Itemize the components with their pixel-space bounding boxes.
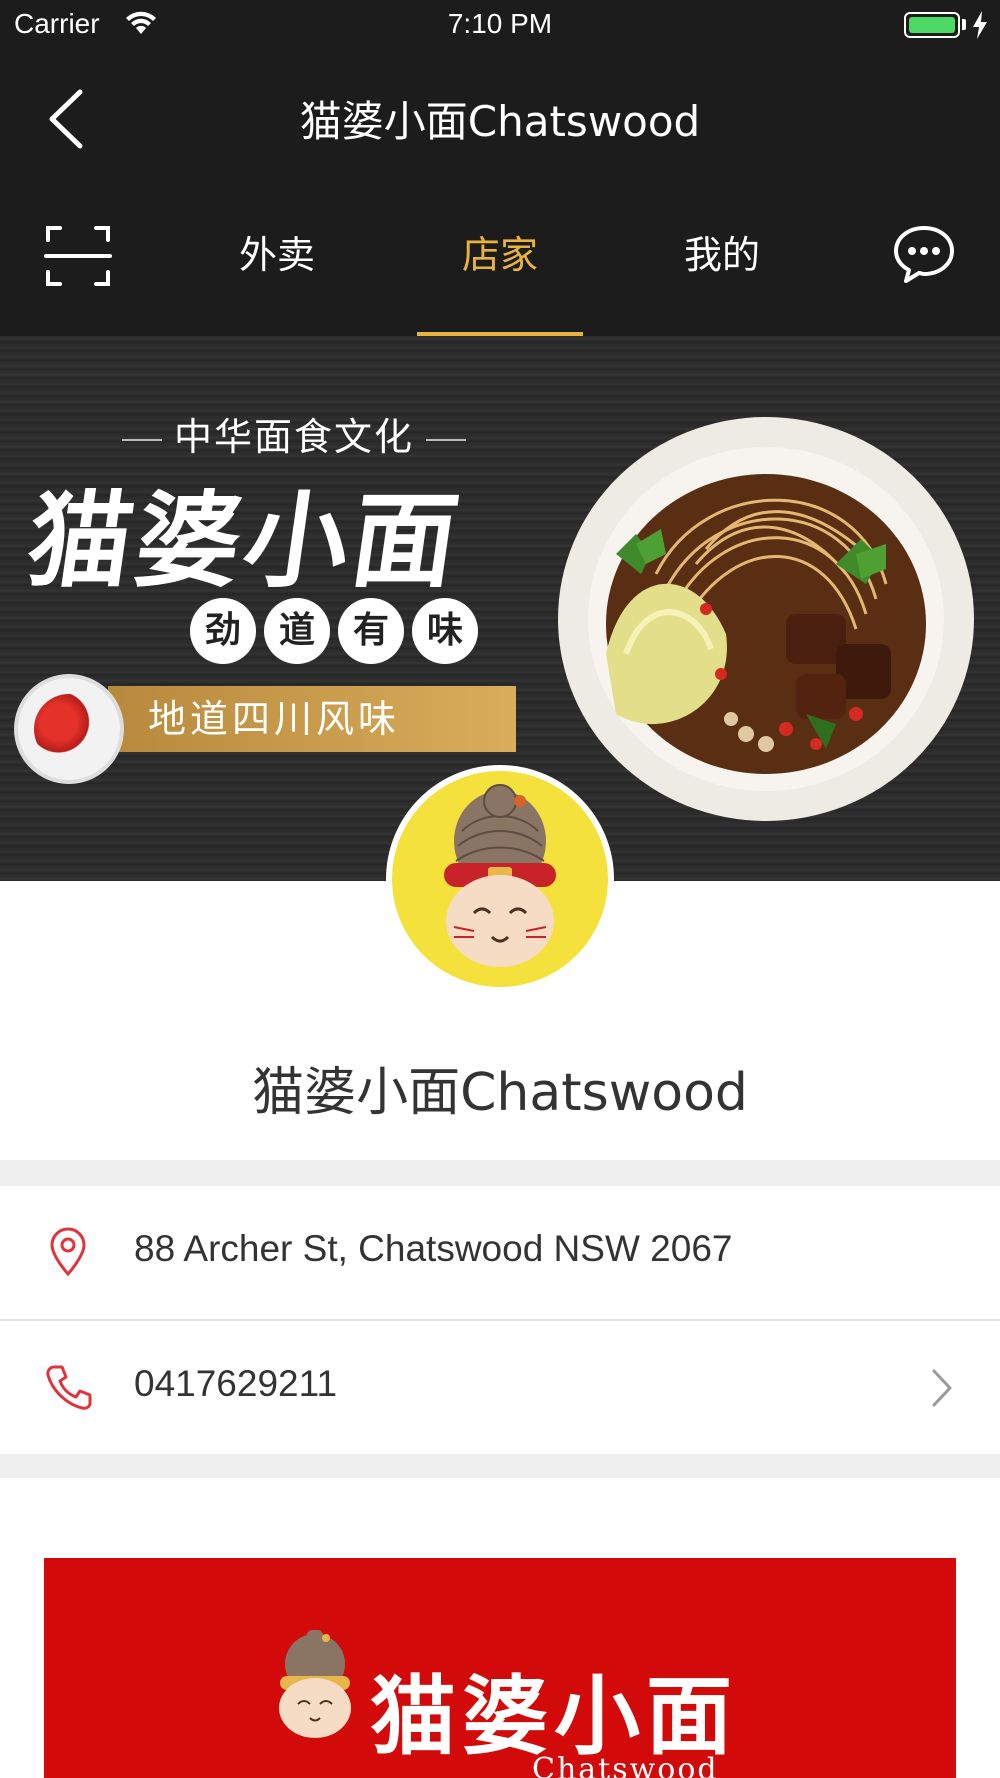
banner-bubble: 味 — [412, 598, 478, 664]
location-pin-icon — [50, 1227, 86, 1277]
status-time: 7:10 PM — [447, 8, 553, 39]
battery-icon — [904, 12, 960, 38]
store-avatar — [386, 765, 614, 993]
noodle-bowl-image — [558, 417, 974, 821]
tab-mine[interactable]: 我的 — [637, 224, 807, 279]
section-separator — [0, 1160, 1000, 1186]
chat-bubble-icon[interactable] — [892, 222, 956, 286]
brand-logo-card: 猫婆小面 Chatswood — [44, 1558, 956, 1778]
store-name: 猫婆小面Chatswood — [252, 1063, 748, 1123]
page-title: 猫婆小面Chatswood — [299, 97, 701, 146]
banner-bubbles: 劲道有味 — [190, 598, 486, 664]
scan-icon[interactable] — [44, 222, 112, 290]
status-bar: Carrier 7:10 PM — [0, 0, 1000, 48]
store-address: 88 Archer St, Chatswood NSW 2067 — [134, 1228, 733, 1269]
nav-bar: 猫婆小面Chatswood — [0, 48, 1000, 180]
tab-bar: 外卖 店家 我的 — [0, 180, 1000, 336]
granny-cat-mascot-icon — [444, 784, 556, 967]
battery-tip — [962, 19, 966, 30]
banner-bubble: 劲 — [190, 598, 256, 664]
granny-cat-logo-icon — [279, 1630, 351, 1738]
chili-bowl-image — [14, 674, 124, 784]
chevron-right-icon — [932, 1369, 952, 1407]
brand-logo-subtitle: Chatswood — [532, 1752, 719, 1778]
tab-store[interactable]: 店家 — [415, 224, 585, 279]
charging-bolt-icon — [973, 11, 987, 39]
banner-bubble: 道 — [264, 598, 330, 664]
banner-bubble: 有 — [338, 598, 404, 664]
tab-takeout[interactable]: 外卖 — [192, 224, 362, 279]
phone-row[interactable]: 0417629211 — [0, 1321, 1000, 1454]
banner-tagline: 中华面食文化 — [110, 406, 478, 461]
banner-ribbon: 地道四川风味 — [108, 686, 516, 752]
store-phone: 0417629211 — [134, 1363, 338, 1404]
banner-headline: 猫婆小面 — [20, 479, 470, 602]
section-separator — [0, 1454, 1000, 1478]
address-row: 88 Archer St, Chatswood NSW 2067 — [0, 1186, 1000, 1319]
phone-icon — [46, 1365, 92, 1410]
